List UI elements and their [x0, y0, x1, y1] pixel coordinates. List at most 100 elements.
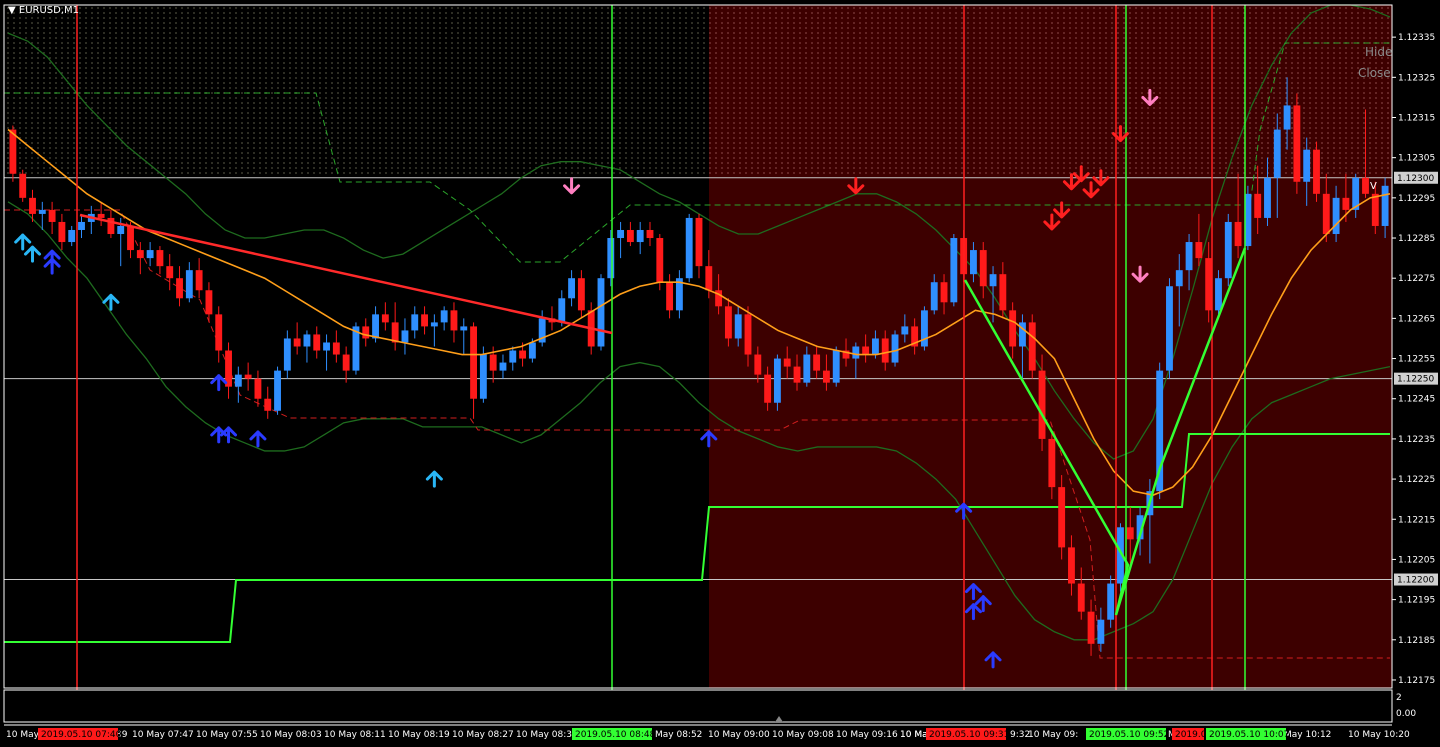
candle-body — [558, 298, 566, 323]
candle-body — [303, 334, 311, 347]
candle-body — [734, 314, 742, 339]
time-label: 10 May 09:00 — [708, 730, 770, 740]
candle-body — [1068, 547, 1075, 584]
candle-body — [1077, 583, 1085, 612]
time-label: 10 May 09: — [1028, 730, 1078, 740]
candle-body — [78, 221, 85, 230]
candle-body — [185, 270, 193, 299]
time-label: 10 May 09:16 — [836, 730, 898, 740]
price-label: 1.12305 — [1398, 154, 1435, 164]
time-marker-label: 2019.05.10 07:40 — [41, 730, 122, 740]
candle-body — [950, 238, 958, 303]
price-label: 1.12325 — [1398, 73, 1435, 83]
candle-body — [813, 354, 821, 371]
candle-body — [764, 374, 772, 403]
candle-body — [695, 217, 703, 267]
candle-body — [666, 282, 674, 311]
price-label: 1.12245 — [1398, 395, 1435, 405]
candle-body — [156, 250, 164, 267]
candle-body — [881, 338, 889, 363]
time-marker-label: 2019.05.10 08:48 — [575, 730, 656, 740]
candle-body — [940, 282, 948, 303]
price-label: 1.12215 — [1398, 515, 1435, 525]
candle-body — [1362, 177, 1369, 194]
time-marker-label: 2019.05.10 09:52 — [1089, 730, 1169, 740]
time-label: 10 Ma — [900, 730, 928, 740]
price-highlight-label: 1.12300 — [1397, 174, 1434, 184]
candle-body — [1009, 310, 1017, 347]
candle-body — [68, 229, 76, 243]
candle-body — [1038, 370, 1046, 439]
candle-body — [1273, 129, 1281, 178]
candle-body — [1332, 197, 1340, 235]
candle-body — [528, 342, 536, 359]
candle-body — [421, 314, 428, 327]
candle-body — [754, 354, 762, 375]
candle-body — [19, 173, 27, 198]
candle-body — [470, 326, 477, 399]
candle-body — [822, 370, 830, 383]
candle-body — [1126, 527, 1134, 540]
candle-body — [1205, 258, 1213, 311]
candle-body — [323, 342, 330, 351]
time-marker-label: 2019.0 — [1175, 730, 1207, 740]
indicator-axis-label: 0.00 — [1396, 709, 1416, 719]
candle-body — [1234, 221, 1242, 247]
candle-body — [862, 346, 870, 355]
time-marker-label: 2019.05.10 09:31 — [929, 730, 1009, 740]
price-label: 1.12225 — [1398, 475, 1435, 485]
candle-body — [264, 398, 272, 411]
candle-body — [97, 213, 105, 218]
candle-body — [744, 314, 752, 355]
candle-body — [891, 334, 899, 363]
candle-body — [146, 250, 154, 259]
price-chart[interactable]: 1.12335 1.12325 1.12315 1.12305 1.12295 1.122… — [0, 0, 1440, 747]
candle-body — [430, 322, 438, 327]
candle-body — [499, 362, 507, 371]
candle-body — [1048, 438, 1056, 488]
candle-body — [450, 310, 458, 331]
candle-body — [234, 374, 242, 387]
candle-body — [901, 326, 909, 335]
candle-body — [127, 225, 134, 251]
candle-body — [117, 225, 125, 235]
candle-body — [1322, 193, 1330, 235]
price-label: 1.12235 — [1398, 435, 1435, 445]
candle-body — [773, 358, 781, 403]
candle-body — [656, 238, 664, 283]
price-label: 1.12205 — [1398, 555, 1435, 565]
time-label: 10 May 08:11 — [324, 730, 386, 740]
candle-body — [283, 338, 291, 371]
candle-body — [832, 350, 840, 383]
time-label: 10 May 08:19 — [388, 730, 450, 740]
hide-button[interactable]: Hide — [1365, 45, 1392, 59]
candle-body — [577, 278, 585, 311]
candle-body — [332, 342, 340, 355]
candle-body — [1283, 105, 1291, 130]
time-label: 10 May 10:20 — [1348, 730, 1410, 740]
candle-body — [479, 354, 487, 399]
candle-body — [313, 334, 321, 351]
candle-body — [136, 250, 144, 259]
candle-body — [1166, 286, 1173, 371]
candle-body — [783, 358, 791, 367]
candle-body — [293, 338, 301, 347]
price-label: 1.12255 — [1398, 355, 1435, 365]
price-highlight-label: 1.12250 — [1397, 375, 1434, 385]
candle-body — [1195, 242, 1203, 259]
candle-body — [1028, 322, 1036, 371]
candle-body — [705, 266, 713, 291]
candle-body — [1107, 583, 1115, 620]
candle-body — [391, 322, 399, 343]
candle-body — [274, 370, 281, 411]
close-button[interactable]: Close — [1358, 66, 1391, 80]
candle-body — [38, 209, 46, 214]
candle-body — [793, 366, 801, 383]
candle-body — [411, 314, 419, 331]
price-label: 1.12335 — [1398, 33, 1435, 43]
time-label: 10 May 07:55 — [196, 730, 258, 740]
price-label: 1.12175 — [1398, 676, 1435, 686]
candle-body — [1381, 185, 1389, 226]
candle-body — [1303, 149, 1311, 182]
candle-body — [921, 310, 928, 347]
